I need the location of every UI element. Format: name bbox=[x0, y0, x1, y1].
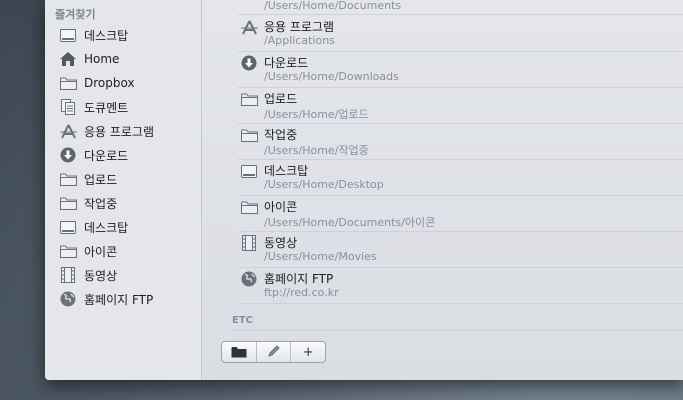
movies-icon bbox=[240, 235, 258, 251]
home-icon bbox=[59, 51, 77, 67]
favorites-sidebar: 즐겨찾기 데스크탑 Home Dropbox 도큐멘트 응용 프로그램 다운로드… bbox=[45, 0, 202, 380]
movies-icon bbox=[59, 267, 77, 283]
new-folder-button[interactable] bbox=[222, 342, 257, 362]
folder-icon bbox=[240, 127, 258, 143]
sidebar-heading: 즐겨찾기 bbox=[55, 8, 96, 21]
row-path: /Applications bbox=[264, 34, 335, 47]
sidebar-item-label: Home bbox=[84, 52, 120, 66]
row-name: 작업중 bbox=[264, 128, 298, 142]
folder-icon bbox=[59, 195, 77, 211]
sidebar-item-movies[interactable]: 동영상 bbox=[45, 263, 201, 287]
section-label-etc: ETC bbox=[232, 315, 253, 326]
edit-button[interactable] bbox=[257, 342, 292, 362]
row-name: 업로드 bbox=[264, 92, 298, 106]
sidebar-item-documents[interactable]: 도큐멘트 bbox=[45, 95, 201, 119]
sidebar-item-label: 응용 프로그램 bbox=[84, 124, 155, 139]
downloads-icon bbox=[59, 147, 77, 163]
sidebar-item-home[interactable]: Home bbox=[45, 47, 201, 71]
sidebar-item-label: 도큐멘트 bbox=[84, 100, 129, 115]
desktop-icon bbox=[59, 27, 77, 43]
row-path: /Users/Home/작업중 bbox=[264, 144, 369, 157]
list-item-upload[interactable]: 업로드 /Users/Home/업로드 bbox=[238, 87, 683, 124]
sidebar-item-label: 데스크탑 bbox=[84, 220, 129, 235]
applications-icon bbox=[59, 123, 77, 139]
downloads-icon bbox=[240, 55, 258, 71]
list-toolbar: + bbox=[221, 341, 326, 363]
row-name: 동영상 bbox=[264, 236, 298, 250]
list-item-ftp[interactable]: 홈페이지 FTP ftp://red.co.kr bbox=[238, 267, 683, 304]
row-path: /Users/Home/Desktop bbox=[264, 178, 384, 191]
sidebar-item-label: 작업중 bbox=[84, 196, 118, 211]
row-path: ftp://red.co.kr bbox=[264, 286, 339, 299]
sidebar-item-dropbox[interactable]: Dropbox bbox=[45, 71, 201, 95]
folder-icon bbox=[59, 75, 77, 91]
folder-icon bbox=[240, 91, 258, 107]
row-name: 아이콘 bbox=[264, 200, 298, 214]
list-item-applications[interactable]: 응용 프로그램 /Applications bbox=[238, 15, 683, 52]
list-item-downloads[interactable]: 다운로드 /Users/Home/Downloads bbox=[238, 51, 683, 88]
list-item-desktop[interactable]: 데스크탑 /Users/Home/Desktop bbox=[238, 159, 683, 196]
add-button[interactable]: + bbox=[291, 342, 325, 362]
sidebar-item-label: 데스크탑 bbox=[84, 28, 129, 43]
location-list-panel: /Users/Home/Documents 응용 프로그램 /Applicati… bbox=[202, 0, 683, 380]
row-path: /Users/Home/Downloads bbox=[264, 70, 399, 83]
add-icon: + bbox=[302, 344, 314, 360]
documents-icon bbox=[59, 99, 77, 115]
row-name: 다운로드 bbox=[264, 56, 309, 70]
folder-icon bbox=[59, 243, 77, 259]
sidebar-item-label: 동영상 bbox=[84, 268, 118, 283]
sidebar-item-downloads[interactable]: 다운로드 bbox=[45, 143, 201, 167]
sidebar-item-icons[interactable]: 아이콘 bbox=[45, 239, 201, 263]
row-path: /Users/Home/Documents bbox=[264, 0, 402, 12]
globe-icon bbox=[59, 291, 77, 307]
sidebar-item-desktop-2[interactable]: 데스크탑 bbox=[45, 215, 201, 239]
list-item-icons[interactable]: 아이콘 /Users/Home/Documents/아이콘 bbox=[238, 195, 683, 232]
row-path: /Users/Home/Movies bbox=[264, 250, 377, 263]
row-name: 응용 프로그램 bbox=[264, 20, 335, 34]
sidebar-item-desktop[interactable]: 데스크탑 bbox=[45, 23, 201, 47]
sidebar-item-label: 다운로드 bbox=[84, 148, 129, 163]
folder-icon bbox=[231, 343, 247, 362]
sidebar-item-label: 업로드 bbox=[84, 172, 118, 187]
sidebar-item-applications[interactable]: 응용 프로그램 bbox=[45, 119, 201, 143]
pencil-icon bbox=[267, 343, 281, 362]
row-name: 데스크탑 bbox=[264, 164, 309, 178]
sidebar-item-ftp[interactable]: 홈페이지 FTP bbox=[45, 287, 201, 311]
folder-icon bbox=[240, 199, 258, 215]
sidebar-item-label: Dropbox bbox=[84, 76, 135, 90]
applications-icon bbox=[240, 19, 258, 35]
preferences-window: 즐겨찾기 데스크탑 Home Dropbox 도큐멘트 응용 프로그램 다운로드… bbox=[45, 0, 683, 380]
sidebar-item-upload[interactable]: 업로드 bbox=[45, 167, 201, 191]
sidebar-list: 데스크탑 Home Dropbox 도큐멘트 응용 프로그램 다운로드 업로드 … bbox=[45, 23, 201, 311]
desktop-icon bbox=[59, 219, 77, 235]
sidebar-item-label: 아이콘 bbox=[84, 244, 118, 259]
globe-icon bbox=[240, 271, 258, 287]
row-name: 홈페이지 FTP bbox=[264, 272, 334, 286]
row-path: /Users/Home/Documents/아이콘 bbox=[264, 216, 436, 229]
list-item-working[interactable]: 작업중 /Users/Home/작업중 bbox=[238, 123, 683, 160]
row-path: /Users/Home/업로드 bbox=[264, 108, 369, 121]
list-item-movies[interactable]: 동영상 /Users/Home/Movies bbox=[238, 231, 683, 268]
sidebar-item-label: 홈페이지 FTP bbox=[84, 292, 154, 307]
desktop-icon bbox=[240, 163, 258, 179]
section-divider bbox=[232, 330, 683, 331]
folder-icon bbox=[59, 171, 77, 187]
sidebar-item-working[interactable]: 작업중 bbox=[45, 191, 201, 215]
